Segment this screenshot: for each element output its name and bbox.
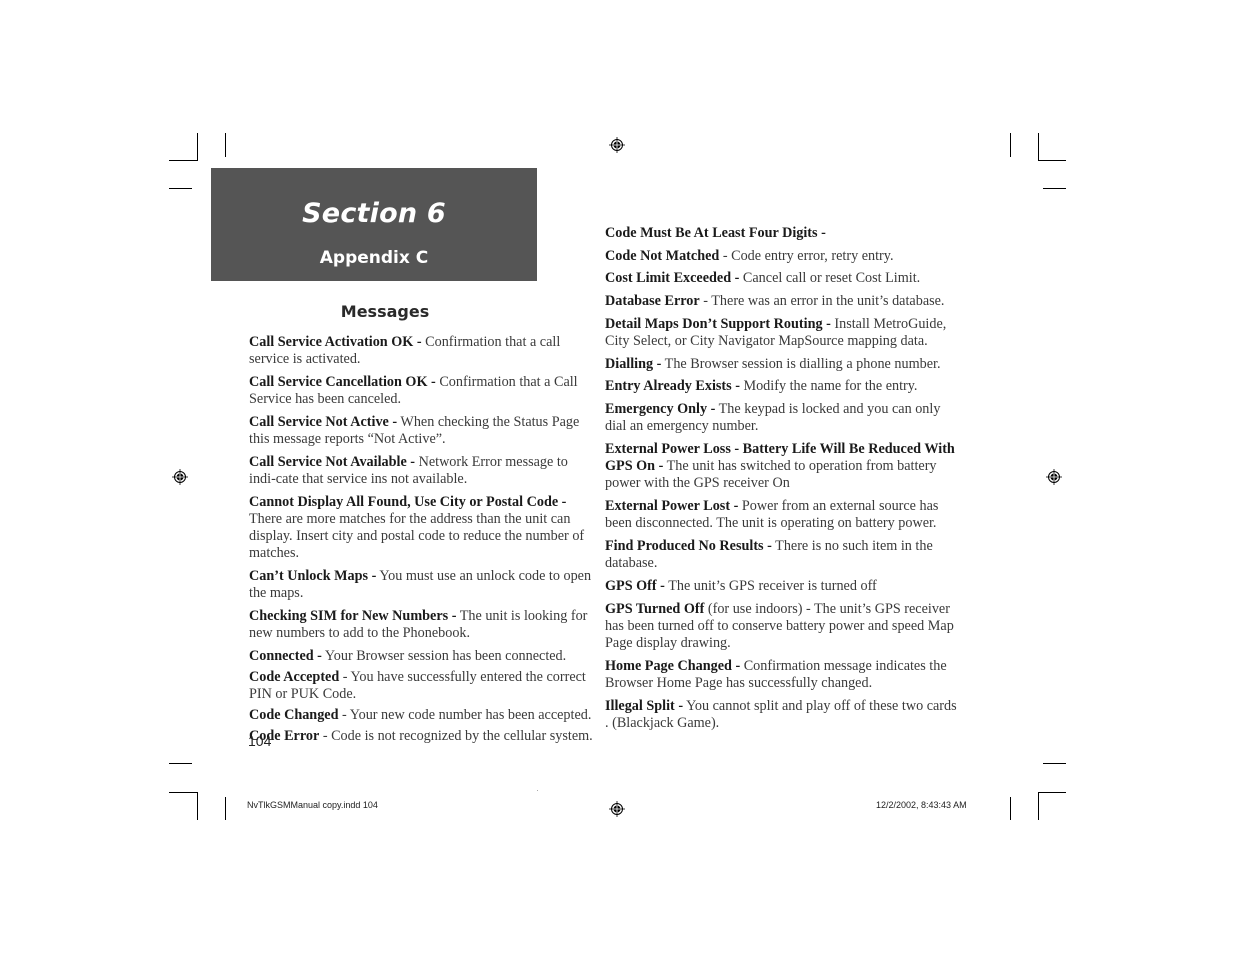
- message-description: The unit’s GPS receiver is turned off: [664, 578, 877, 594]
- message-term: Illegal Split -: [605, 698, 684, 714]
- crop-mark: [1038, 133, 1039, 161]
- crop-mark: [169, 792, 198, 793]
- message-term: Code Changed: [249, 707, 339, 723]
- section-header: Section 6 Appendix C: [211, 168, 537, 281]
- message-term: Code Accepted: [249, 669, 340, 685]
- crop-mark: [1038, 160, 1066, 161]
- crop-mark: [1038, 792, 1066, 793]
- right-message-list: Code Must Be At Least Four Digits - Code …: [605, 225, 960, 738]
- registration-mark-icon: [609, 137, 625, 153]
- crop-mark: [197, 133, 198, 161]
- message-term: Database Error: [605, 293, 700, 309]
- message-entry: Entry Already Exists - Modify the name f…: [605, 378, 960, 395]
- message-entry: Code Changed - Your new code number has …: [249, 707, 597, 724]
- crop-mark: [197, 792, 198, 820]
- message-entry: Call Service Not Active - When checking …: [249, 414, 597, 448]
- message-entry: Database Error - There was an error in t…: [605, 293, 960, 310]
- message-entry: External Power Loss - Battery Life Will …: [605, 441, 960, 492]
- message-entry: Dialling - The Browser session is dialli…: [605, 356, 960, 373]
- message-entry: Code Error - Code is not recognized by t…: [249, 728, 597, 745]
- left-message-list: Call Service Activation OK - Confirmatio…: [249, 334, 597, 749]
- message-description: Your Browser session has been connected.: [321, 648, 567, 664]
- page-number: 104: [248, 733, 272, 749]
- message-description: The Browser session is dialling a phone …: [661, 356, 941, 372]
- crop-mark: [1043, 763, 1066, 764]
- message-entry: Find Produced No Results - There is no s…: [605, 538, 960, 572]
- crop-mark: [1043, 188, 1066, 189]
- message-term: Code Not Matched: [605, 248, 720, 264]
- message-entry: GPS Turned Off (for use indoors) - The u…: [605, 601, 960, 652]
- message-term: Detail Maps Don’t Support Routing -: [605, 316, 831, 332]
- message-entry: Code Must Be At Least Four Digits -: [605, 225, 960, 242]
- message-entry: Code Accepted - You have successfully en…: [249, 669, 597, 703]
- message-term: Cannot Display All Found, Use City or Po…: [249, 494, 567, 510]
- message-term: Checking SIM for New Numbers -: [249, 608, 457, 624]
- registration-mark-icon: [609, 801, 625, 817]
- message-entry: External Power Lost - Power from an exte…: [605, 498, 960, 532]
- message-term: Call Service Not Active -: [249, 414, 398, 430]
- message-entry: Home Page Changed - Confirmation message…: [605, 658, 960, 692]
- messages-heading: Messages: [340, 302, 430, 321]
- message-term: Home Page Changed -: [605, 658, 741, 674]
- message-term: Call Service Cancellation OK -: [249, 374, 436, 390]
- message-term: Cost Limit Exceeded -: [605, 270, 740, 286]
- message-term: Call Service Activation OK -: [249, 334, 422, 350]
- message-term: Code Must Be At Least Four Digits -: [605, 225, 826, 241]
- crop-mark: [169, 763, 192, 764]
- message-entry: Cannot Display All Found, Use City or Po…: [249, 494, 597, 562]
- message-description: - Code entry error, retry entry.: [719, 248, 894, 264]
- message-description: Modify the name for the entry.: [739, 378, 918, 394]
- slug-timestamp: 12/2/2002, 8:43:43 AM: [876, 800, 967, 810]
- message-description: - Your new code number has been accepted…: [338, 707, 592, 723]
- message-description: Cancel call or reset Cost Limit.: [739, 270, 921, 286]
- message-description: - There was an error in the unit’s datab…: [699, 293, 945, 309]
- message-term: External Power Lost -: [605, 498, 739, 514]
- message-entry: Call Service Activation OK - Confirmatio…: [249, 334, 597, 368]
- message-term: GPS Turned Off: [605, 601, 705, 617]
- message-entry: Detail Maps Don’t Support Routing - Inst…: [605, 316, 960, 350]
- message-term: Connected -: [249, 648, 322, 664]
- message-entry: Cost Limit Exceeded - Cancel call or res…: [605, 270, 960, 287]
- message-term: Emergency Only -: [605, 401, 716, 417]
- message-term: Can’t Unlock Maps -: [249, 568, 377, 584]
- message-entry: Call Service Cancellation OK - Confirmat…: [249, 374, 597, 408]
- message-entry: Connected - Your Browser session has bee…: [249, 648, 597, 665]
- message-entry: Emergency Only - The keypad is locked an…: [605, 401, 960, 435]
- crop-mark: [225, 797, 226, 820]
- message-description: There are more matches for the address t…: [249, 511, 585, 561]
- crop-mark: [169, 188, 192, 189]
- crop-mark: [1038, 792, 1039, 820]
- message-term: Call Service Not Available -: [249, 454, 416, 470]
- message-entry: GPS Off - The unit’s GPS receiver is tur…: [605, 578, 960, 595]
- message-term: Dialling -: [605, 356, 662, 372]
- crop-mark: [169, 160, 198, 161]
- registration-mark-icon: [172, 469, 188, 485]
- crop-mark: [1010, 797, 1011, 820]
- registration-mark-icon: [1046, 469, 1062, 485]
- appendix-subtitle: Appendix C: [319, 248, 429, 268]
- message-term: Find Produced No Results -: [605, 538, 772, 554]
- section-title: Section 6: [302, 198, 446, 229]
- crop-mark: [225, 133, 226, 157]
- message-entry: Call Service Not Available - Network Err…: [249, 454, 597, 488]
- stray-dot: [537, 790, 538, 791]
- message-description: - Code is not recognized by the cellular…: [319, 728, 593, 744]
- crop-mark: [1010, 133, 1011, 157]
- message-entry: Can’t Unlock Maps - You must use an unlo…: [249, 568, 597, 602]
- message-term: Entry Already Exists -: [605, 378, 740, 394]
- message-entry: Checking SIM for New Numbers - The unit …: [249, 608, 597, 642]
- slug-filename: NvTlkGSMManual copy.indd 104: [247, 800, 378, 810]
- message-term: GPS Off -: [605, 578, 665, 594]
- message-entry: Illegal Split - You cannot split and pla…: [605, 698, 960, 732]
- message-entry: Code Not Matched - Code entry error, ret…: [605, 248, 960, 265]
